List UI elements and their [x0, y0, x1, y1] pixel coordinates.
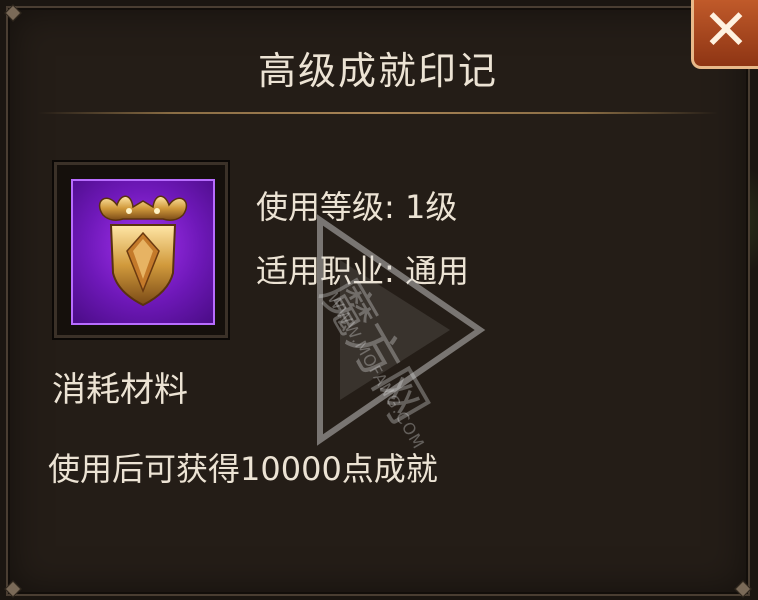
corner-ornament — [4, 4, 22, 22]
close-x-icon: ✕ — [702, 0, 750, 63]
item-slot — [54, 162, 228, 338]
close-button[interactable]: ✕ — [691, 0, 758, 69]
dialog-title: 高级成就印记 — [257, 49, 498, 93]
item-description: 使用后可获得10000点成就 — [48, 450, 438, 488]
item-icon-background — [71, 179, 215, 325]
golden-winged-shield-icon — [98, 195, 188, 307]
corner-ornament — [4, 580, 22, 598]
item-type-text: 消耗材料 — [52, 370, 188, 410]
title-divider — [38, 112, 718, 114]
use-level-text: 使用等级: 1级 — [256, 188, 458, 226]
corner-ornament — [734, 580, 752, 598]
